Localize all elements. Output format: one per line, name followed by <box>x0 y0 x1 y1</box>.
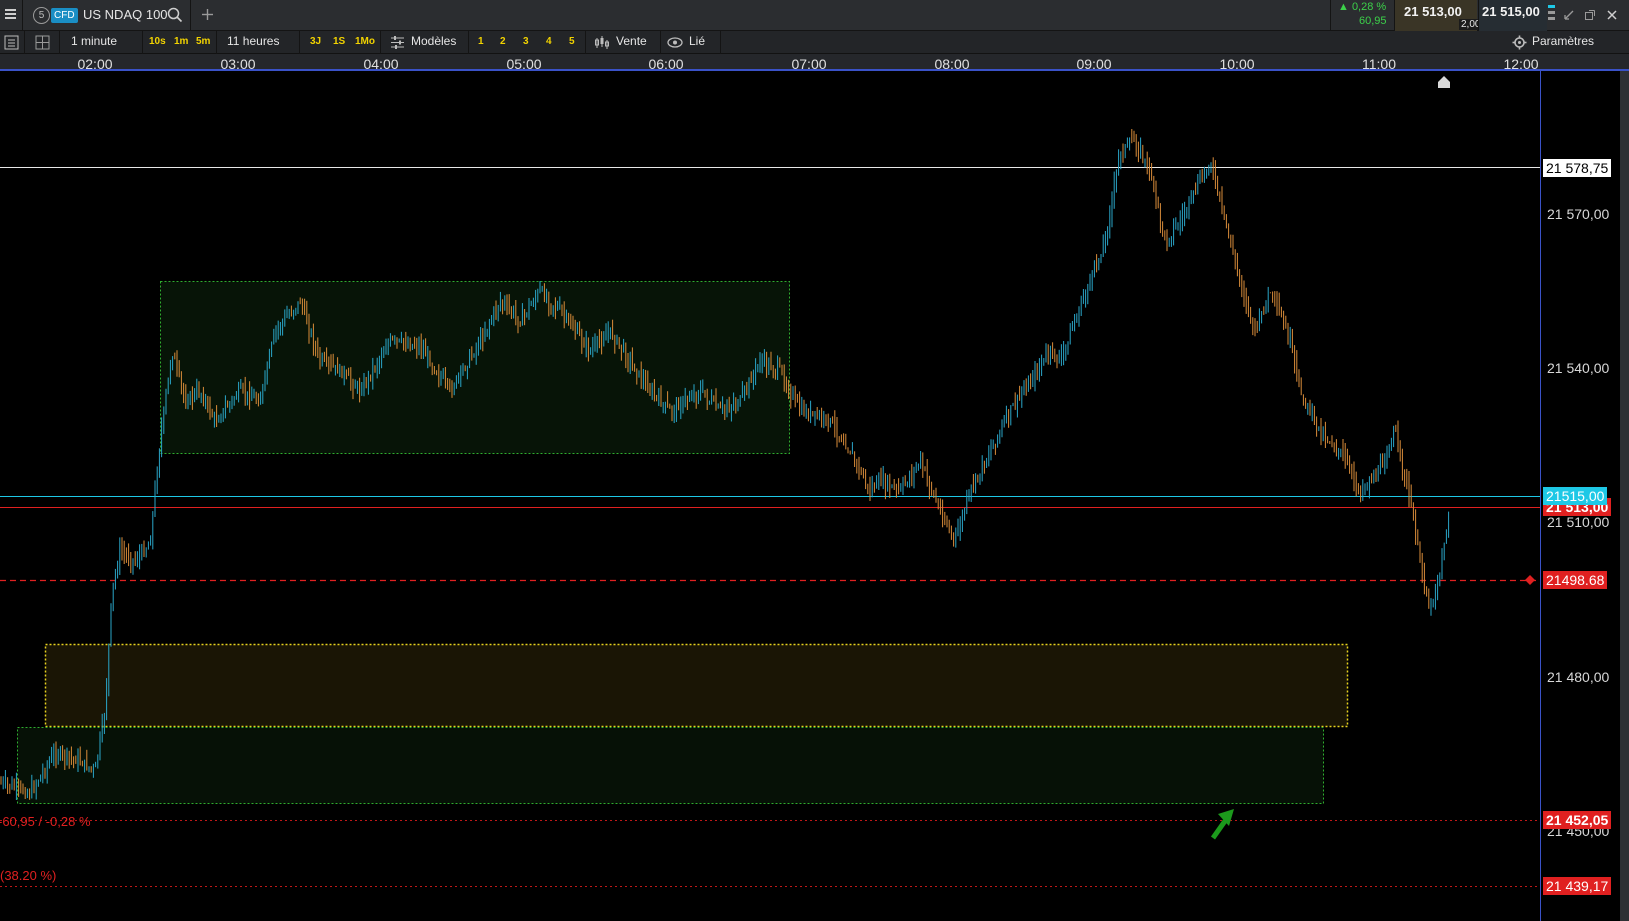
chart-canvas[interactable] <box>0 71 1540 921</box>
tf-5m-button[interactable]: 5m <box>196 36 210 47</box>
time-tick: 07:00 <box>791 56 827 72</box>
time-tick: 08:00 <box>934 56 970 72</box>
price-tick: 21 510,00 <box>1547 514 1610 530</box>
ask-price: 21 515,00 <box>1482 4 1540 19</box>
ask-price-tag: 21515,00 <box>1543 487 1608 505</box>
chart-type-icon[interactable] <box>594 35 610 50</box>
time-tick: 09:00 <box>1076 56 1112 72</box>
order-price-tag[interactable]: 21498.68 <box>1543 571 1608 589</box>
price-chart[interactable]: -60,95 / -0,28 % (38.20 %) <box>0 71 1540 921</box>
layout-3-button[interactable]: 3 <box>523 36 529 47</box>
time-tick: 06:00 <box>648 56 684 72</box>
add-tab-icon[interactable] <box>201 8 214 21</box>
time-tick: 02:00 <box>77 56 113 72</box>
demand-zone-green[interactable] <box>17 727 1324 804</box>
linked-button[interactable]: Lié <box>689 34 705 48</box>
time-axis: 02:00 03:00 04:00 05:00 06:00 07:00 08:0… <box>0 54 1629 72</box>
change-percent: ▲ 0,28 % <box>1338 1 1387 13</box>
time-tick: 10:00 <box>1219 56 1255 72</box>
search-icon[interactable] <box>167 7 183 23</box>
latest-marker-icon[interactable] <box>1438 76 1450 88</box>
instrument-name[interactable]: US NDAQ 100 <box>83 7 168 22</box>
tf-1m-button[interactable]: 1m <box>174 36 188 47</box>
session-low-label: -60,95 / -0,28 % <box>0 814 91 829</box>
chart-toolbar: 1 minute 10s 1m 5m 11 heures 3J 1S 1Mo M… <box>0 31 1629 54</box>
demand-zone-yellow[interactable] <box>44 643 1349 728</box>
layout-5-button[interactable]: 5 <box>569 36 575 47</box>
layout-1-button[interactable]: 1 <box>478 36 484 47</box>
collapse-icon[interactable] <box>1563 9 1575 21</box>
time-tick: 11:00 <box>1362 56 1396 72</box>
order-handle-icon[interactable] <box>1525 575 1535 585</box>
right-scrollbar[interactable] <box>1620 71 1629 921</box>
price-tick: 21 480,00 <box>1547 669 1610 685</box>
range-3j-button[interactable]: 3J <box>310 36 321 47</box>
time-tick: 12:00 <box>1503 56 1539 72</box>
time-tick: 04:00 <box>363 56 399 72</box>
range-1mo-button[interactable]: 1Mo <box>355 36 375 47</box>
change-value: 60,95 <box>1359 15 1387 27</box>
instrument-header: 5 CFD US NDAQ 100 ▲ 0,28 % 60,95 21 513,… <box>0 0 1629 31</box>
layout-4-button[interactable]: 4 <box>546 36 552 47</box>
detach-icon[interactable] <box>1584 9 1596 21</box>
price-tick: 21 540,00 <box>1547 360 1610 376</box>
models-button[interactable]: Modèles <box>411 34 456 48</box>
link-icon[interactable] <box>667 36 683 49</box>
rank-badge: 5 <box>33 7 50 24</box>
arrow-annotation[interactable] <box>1210 809 1234 840</box>
tf-10s-button[interactable]: 10s <box>149 36 166 47</box>
session-low-price-tag: 21 452,05 <box>1543 811 1612 829</box>
time-tick: 03:00 <box>220 56 256 72</box>
ask-button[interactable]: 21 515,00 <box>1478 0 1547 31</box>
menu-icon[interactable] <box>4 7 18 21</box>
sell-button[interactable]: Vente <box>616 34 647 48</box>
consolidation-zone[interactable] <box>160 281 790 454</box>
close-icon[interactable] <box>1606 9 1618 21</box>
quote-indicator-icon <box>1547 4 1557 26</box>
resistance-price-tag: 21 578,75 <box>1543 159 1612 177</box>
fibonacci-price-tag: 21 439,17 <box>1543 877 1612 895</box>
cfd-badge: CFD <box>51 8 78 23</box>
list-icon[interactable] <box>4 35 19 50</box>
layout-grid-icon[interactable] <box>35 35 50 50</box>
time-tick: 05:00 <box>506 56 542 72</box>
timeframe-select[interactable]: 1 minute <box>71 34 117 48</box>
fibonacci-label: (38.20 %) <box>0 868 57 883</box>
range-1s-button[interactable]: 1S <box>333 36 345 47</box>
price-tick: 21 570,00 <box>1547 206 1610 222</box>
bid-price: 21 513,00 <box>1404 4 1462 19</box>
layout-2-button[interactable]: 2 <box>500 36 506 47</box>
models-icon[interactable] <box>390 35 405 50</box>
gear-icon[interactable] <box>1512 35 1527 50</box>
period-select[interactable]: 11 heures <box>227 34 279 48</box>
settings-button[interactable]: Paramètres <box>1532 34 1594 48</box>
